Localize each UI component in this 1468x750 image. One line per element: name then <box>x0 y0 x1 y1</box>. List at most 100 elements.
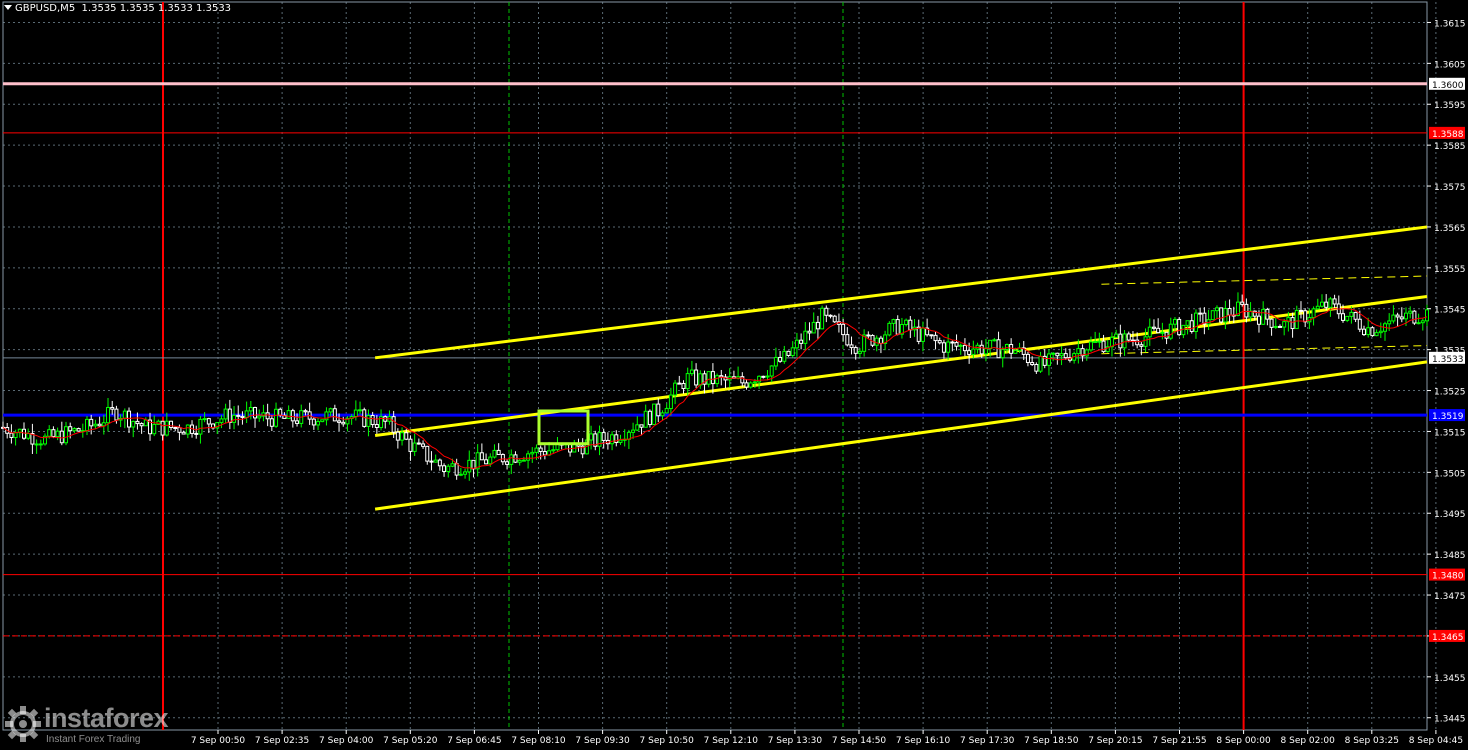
candle-body <box>198 418 203 435</box>
candle-body <box>274 408 279 427</box>
candle-body <box>849 344 854 349</box>
candle-body <box>93 423 98 427</box>
price-tick-label: 1.3575 <box>1434 183 1466 193</box>
candle-body <box>13 432 18 439</box>
candle-body <box>1357 318 1362 330</box>
time-tick-label: 7 Sep 17:30 <box>960 736 1015 746</box>
candle-body <box>286 410 291 419</box>
candle-body <box>278 408 283 416</box>
candle-body <box>152 423 157 435</box>
candle-body <box>232 414 237 423</box>
candle-body <box>265 412 270 420</box>
price-tick-label: 1.3565 <box>1434 224 1466 234</box>
candle-body <box>370 414 375 426</box>
watermark-brand: instaforex <box>44 703 169 733</box>
candle-body <box>992 339 997 342</box>
candle-body <box>1240 301 1245 305</box>
candle-body <box>916 326 921 342</box>
candle-body <box>891 319 896 324</box>
candle-body <box>488 456 493 465</box>
candle-body <box>1181 324 1186 336</box>
time-tick-label: 8 Sep 03:25 <box>1345 736 1399 746</box>
candle-body <box>820 307 825 330</box>
candle-body <box>1290 317 1295 330</box>
candle-body <box>933 334 938 342</box>
candle-body <box>841 323 846 336</box>
candle-body <box>122 410 127 419</box>
candle-body <box>950 341 955 344</box>
candle-body <box>1223 308 1228 323</box>
candle-body <box>38 443 43 446</box>
candle-body <box>416 442 421 445</box>
candle-body <box>341 421 346 425</box>
time-tick-label: 8 Sep 04:45 <box>1409 736 1463 746</box>
candle-body <box>181 431 186 435</box>
candle-body <box>748 382 753 388</box>
candle-body <box>1256 315 1261 325</box>
candle-body <box>446 465 451 473</box>
candle-body <box>526 453 531 461</box>
candle-body <box>1399 316 1404 320</box>
price-tick-label: 1.3595 <box>1434 101 1466 111</box>
candle-body <box>412 442 417 452</box>
candle-body <box>673 382 678 396</box>
candle-body <box>51 429 56 438</box>
candle-body <box>471 459 476 470</box>
candle-body <box>1353 311 1358 320</box>
price-chart[interactable]: 1.3615 1.3605 1.3595 1.3585 1.3575 1.3565 1.35… <box>0 0 1468 750</box>
candle-body <box>1425 309 1429 322</box>
candle-body <box>34 443 39 446</box>
candle-body <box>328 408 333 413</box>
price-tick-label: 1.3495 <box>1434 510 1466 520</box>
price-tick-label: 1.3605 <box>1434 60 1466 70</box>
candle-body <box>1193 312 1198 332</box>
candle-body <box>538 447 543 453</box>
candle-body <box>421 443 426 447</box>
candle-body <box>467 459 472 473</box>
candle-body <box>1395 314 1400 318</box>
candle-body <box>778 356 783 362</box>
ohlc-values: 1.3535 1.3535 1.3533 1.3533 <box>81 3 232 14</box>
candle-body <box>794 339 799 349</box>
candle-body <box>479 452 484 461</box>
candle-body <box>904 319 909 326</box>
candle-body <box>681 383 686 390</box>
candle-body <box>1093 340 1098 343</box>
candle-body <box>450 463 455 467</box>
candle-body <box>521 459 526 462</box>
price-tick-label: 1.3525 <box>1434 388 1466 398</box>
candle-body <box>1122 333 1127 349</box>
price-tick-label: 1.3615 <box>1434 19 1466 29</box>
candle-body <box>601 432 606 441</box>
candle-body <box>458 473 463 476</box>
candle-body <box>22 428 27 439</box>
candle-body <box>534 447 539 453</box>
candle-body <box>517 459 522 463</box>
candle-body <box>971 348 976 355</box>
candle-body <box>1143 336 1148 347</box>
candle-body <box>429 460 434 463</box>
candle-body <box>1126 333 1131 341</box>
candle-body <box>26 432 31 439</box>
candle-body <box>404 432 409 440</box>
candle-body <box>706 371 711 385</box>
candle-body <box>589 433 594 441</box>
candle-body <box>236 414 241 417</box>
candle-body <box>106 406 111 424</box>
candle-body <box>782 350 787 362</box>
candle-body <box>635 424 640 431</box>
candle-body <box>790 347 795 356</box>
candle-body <box>824 307 829 316</box>
candle-body <box>1370 327 1375 337</box>
candle-body <box>425 445 430 462</box>
candle-body <box>1084 349 1089 357</box>
dropdown-triangle-icon[interactable] <box>4 5 12 10</box>
candle-body <box>660 412 665 417</box>
price-tick-label: 1.3555 <box>1434 265 1466 275</box>
candle-body <box>1139 344 1144 347</box>
time-tick-label: 7 Sep 16:10 <box>896 736 951 746</box>
candle-body <box>1378 330 1383 334</box>
level-label-text: 1.3519 <box>1432 412 1464 422</box>
candle-body <box>929 334 934 337</box>
candle-body <box>269 418 274 427</box>
